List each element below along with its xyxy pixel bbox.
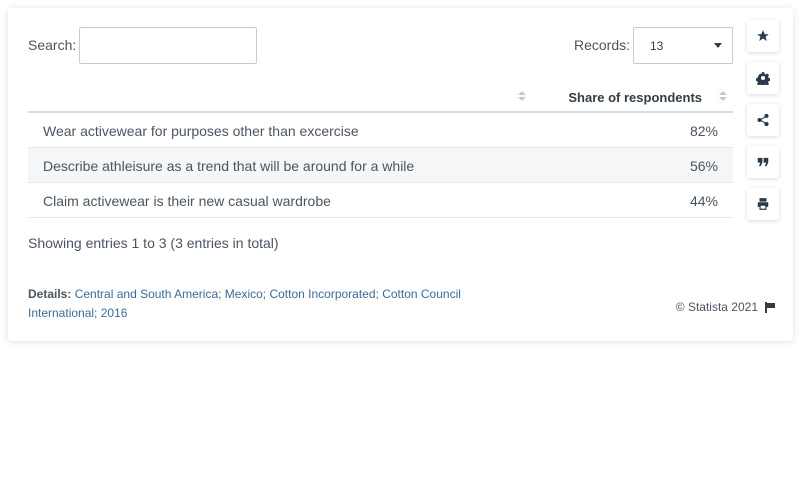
- statistic-card: Search: Records: 13 Share of respondents…: [8, 8, 793, 341]
- settings-button[interactable]: [747, 62, 779, 94]
- details-label: Details:: [28, 287, 72, 301]
- row-value: 82%: [689, 123, 718, 139]
- column-header-share[interactable]: Share of respondents: [568, 90, 702, 105]
- details-link[interactable]: Central and South America; Mexico; Cotto…: [28, 287, 461, 320]
- chevron-down-icon: [714, 43, 722, 48]
- details-source: Details: Central and South America; Mexi…: [28, 285, 498, 323]
- records-value: 13: [650, 39, 664, 53]
- print-icon: [757, 198, 769, 210]
- favorite-button[interactable]: [747, 20, 779, 52]
- table-row: Claim activewear is their new casual war…: [28, 183, 733, 218]
- row-value: 44%: [689, 193, 718, 209]
- records-label: Records:: [574, 37, 631, 53]
- copyright: © Statista 2021: [676, 300, 775, 314]
- records-select[interactable]: 13: [633, 27, 733, 64]
- flag-icon[interactable]: [764, 301, 775, 313]
- sort-icon[interactable]: [518, 91, 526, 103]
- row-label: Wear activewear for purposes other than …: [43, 123, 359, 139]
- table-row: Describe athleisure as a trend that will…: [28, 148, 733, 183]
- print-button[interactable]: [747, 188, 779, 220]
- row-label: Describe athleisure as a trend that will…: [43, 158, 415, 174]
- search-label: Search:: [28, 37, 77, 53]
- quote-icon: [757, 157, 769, 167]
- sort-icon[interactable]: [719, 91, 727, 103]
- share-button[interactable]: [747, 104, 779, 136]
- gear-icon: [756, 72, 770, 85]
- entries-info: Showing entries 1 to 3 (3 entries in tot…: [28, 235, 279, 251]
- row-value: 56%: [689, 158, 718, 174]
- table-row: Wear activewear for purposes other than …: [28, 113, 733, 148]
- data-table: Share of respondents Wear activewear for…: [28, 83, 733, 218]
- copyright-text[interactable]: © Statista 2021: [676, 300, 758, 314]
- side-toolbar: [747, 20, 780, 230]
- cite-button[interactable]: [747, 146, 779, 178]
- search-input[interactable]: [79, 27, 257, 64]
- share-icon: [757, 113, 769, 127]
- row-label: Claim activewear is their new casual war…: [43, 193, 331, 209]
- table-header: Share of respondents: [28, 83, 733, 113]
- star-icon: [757, 30, 769, 41]
